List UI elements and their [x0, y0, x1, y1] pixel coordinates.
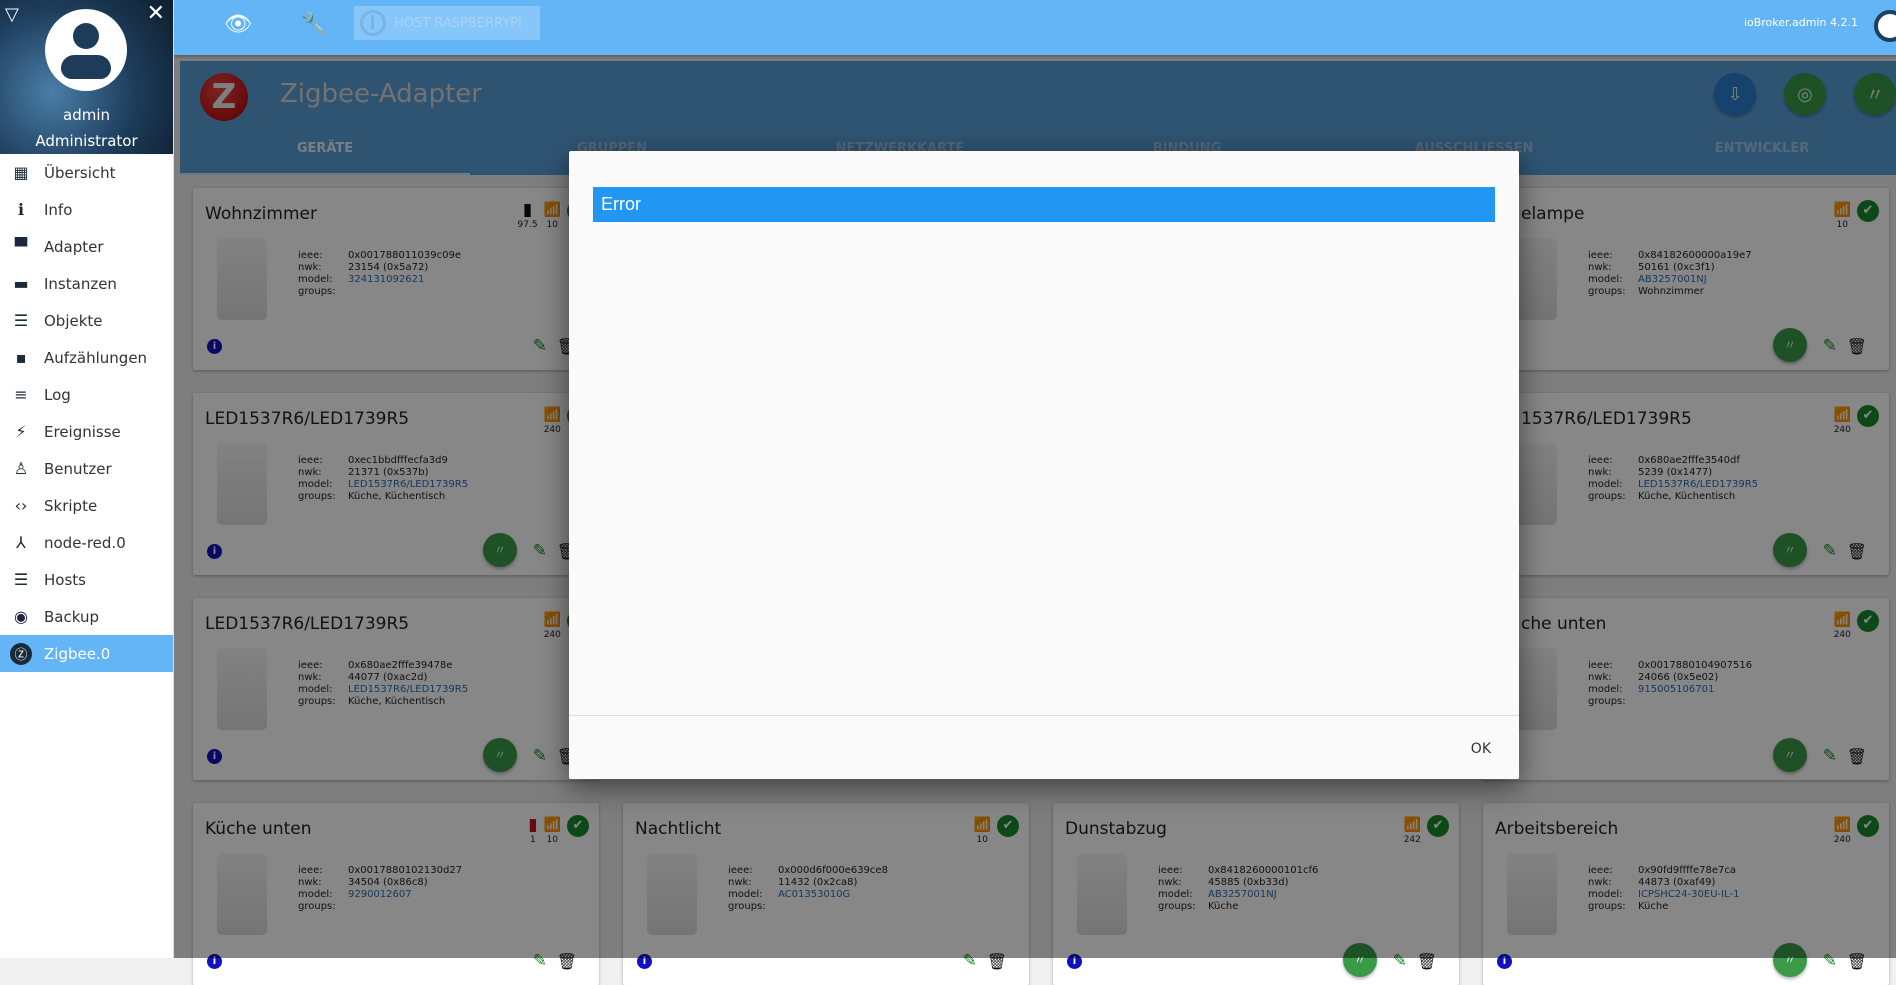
grid-icon: ▦: [13, 163, 29, 182]
nav-list: ▦ Übersicht ℹ Info ▀ Adapter ▬ Instanzen ☰ Objekt…: [0, 154, 173, 672]
sidebar-item-info[interactable]: ℹ Info: [0, 191, 173, 228]
sidebar-item-hosts[interactable]: ☰ Hosts: [0, 561, 173, 598]
info-icon: ℹ: [17, 200, 25, 219]
menu-toggle-icon[interactable]: ▽: [5, 4, 19, 25]
sidebar-item-label: Aufzählungen: [44, 348, 148, 367]
avatar: [45, 9, 127, 91]
error-dialog: Error OK: [569, 151, 1519, 779]
sidebar-item-benutzer[interactable]: ♙ Benutzer: [0, 450, 173, 487]
version-label: ioBroker.admin 4.2.1: [1743, 16, 1858, 29]
sidebar-item-label: Info: [44, 200, 73, 219]
sidebar-item-zigbee-0[interactable]: Ⓩ Zigbee.0: [0, 635, 173, 672]
sidebar-item-skripte[interactable]: ‹› Skripte: [0, 487, 173, 524]
sidebar-item-label: Objekte: [44, 311, 103, 330]
node-red-icon: ⅄: [16, 533, 26, 552]
dialog-title: Error: [593, 187, 1495, 222]
sidebar-item-label: Backup: [44, 607, 99, 626]
eye-icon[interactable]: 👁: [224, 12, 252, 37]
sidebar-item-label: Log: [44, 385, 71, 404]
top-bar: 👁 🔧 HOST RASPBERRYPI ioBroker.admin 4.2.…: [174, 0, 1896, 55]
sidebar-item--bersicht[interactable]: ▦ Übersicht: [0, 154, 173, 191]
sidebar-item-instanzen[interactable]: ▬ Instanzen: [0, 265, 173, 302]
sidebar-item-objekte[interactable]: ☰ Objekte: [0, 302, 173, 339]
sidebar-item-node-red-0[interactable]: ⅄ node-red.0: [0, 524, 173, 561]
sidebar-item-log[interactable]: ≡ Log: [0, 376, 173, 413]
sidebar-item-label: Ereignisse: [44, 422, 121, 441]
wrench-icon[interactable]: 🔧: [300, 12, 327, 37]
sidebar-item-label: Zigbee.0: [44, 644, 111, 663]
backup-icon: ◉: [14, 607, 28, 626]
sidebar-item-ereignisse[interactable]: ⚡ Ereignisse: [0, 413, 173, 450]
sidebar-item-label: Skripte: [44, 496, 98, 515]
list-icon: ☰: [13, 311, 29, 330]
sidebar-item-adapter[interactable]: ▀ Adapter: [0, 228, 173, 265]
sidebar-item-label: Instanzen: [44, 274, 117, 293]
close-icon[interactable]: ✕: [147, 1, 165, 26]
host-button[interactable]: HOST RASPBERRYPI: [354, 6, 540, 40]
zigbee-icon: Ⓩ: [10, 642, 32, 665]
iobroker-logo: [1874, 10, 1896, 42]
lightning-icon: ⚡: [15, 422, 27, 441]
user-profile: ▽ ✕ admin Administrator: [0, 0, 173, 154]
sidebar-item-backup[interactable]: ◉ Backup: [0, 598, 173, 635]
sidebar-item-label: Übersicht: [44, 163, 116, 182]
user-icon: ♙: [13, 459, 29, 478]
code-icon: ‹›: [14, 496, 28, 515]
power-icon: [360, 10, 386, 36]
dialog-divider: [569, 715, 1519, 716]
ok-button[interactable]: OK: [1461, 735, 1501, 763]
hosts-icon: ☰: [13, 570, 29, 589]
sidebar-item-label: node-red.0: [44, 533, 126, 552]
instances-icon: ▬: [13, 274, 29, 293]
sidebar: ▽ ✕ admin Administrator ▦ Übersicht ℹ Info ▀…: [0, 0, 174, 958]
enum-icon: ▪: [15, 348, 27, 367]
sidebar-item-label: Adapter: [44, 237, 104, 256]
store-icon: ▀: [14, 237, 28, 256]
sidebar-item-label: Hosts: [44, 570, 86, 589]
sidebar-item-aufz-hlungen[interactable]: ▪ Aufzählungen: [0, 339, 173, 376]
sidebar-item-label: Benutzer: [44, 459, 112, 478]
host-label: HOST RASPBERRYPI: [394, 15, 522, 31]
user-role: Administrator: [35, 132, 138, 150]
user-name: admin: [63, 106, 110, 124]
log-icon: ≡: [14, 385, 28, 404]
